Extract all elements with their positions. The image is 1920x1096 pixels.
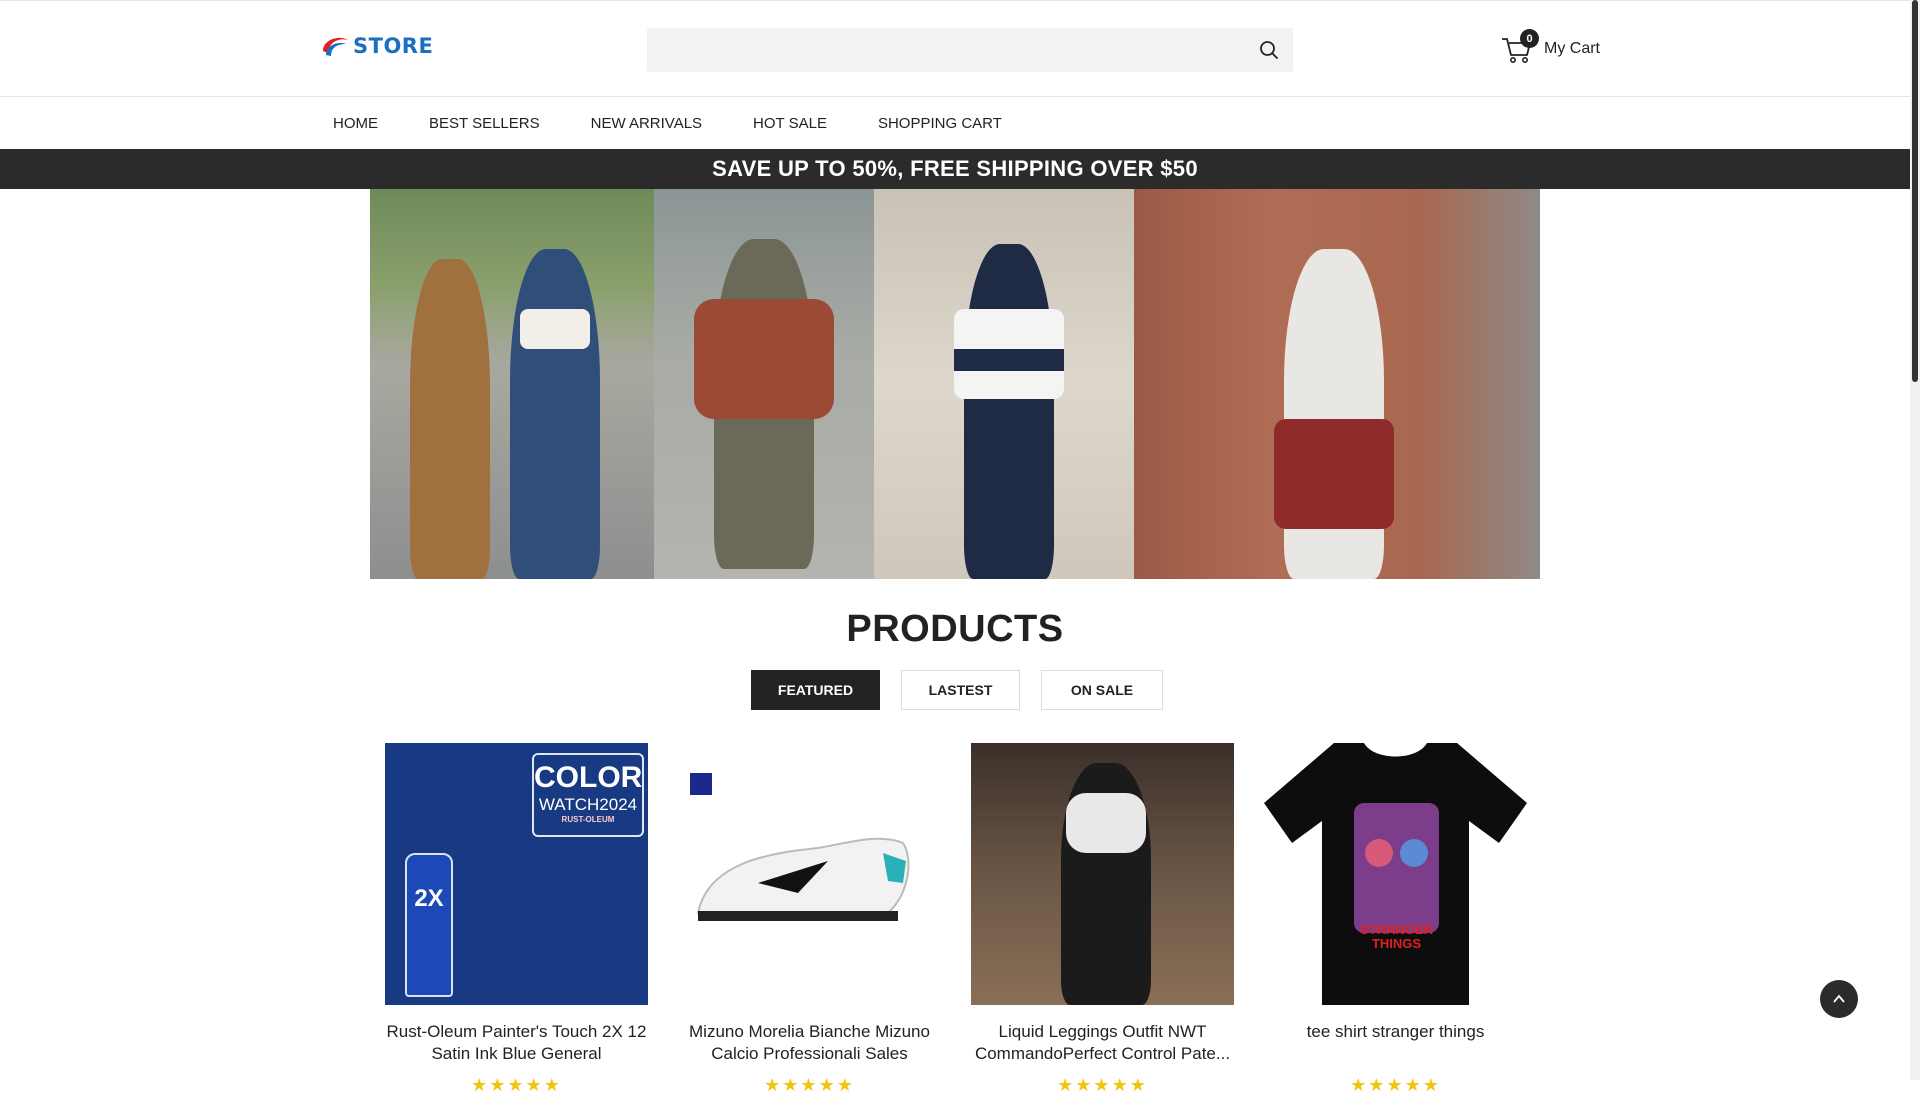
- store-logo[interactable]: STORE: [320, 31, 433, 61]
- nav-item-new-arrivals[interactable]: NEW ARRIVALS: [591, 115, 702, 132]
- logo-swoosh-icon: [323, 37, 348, 56]
- product-rating-stars: ★★★★★: [764, 1075, 855, 1095]
- product-card[interactable]: Mizuno Morelia Bianche Mizuno Calcio Pro…: [678, 743, 941, 1096]
- product-card[interactable]: Liquid Leggings Outfit NWT CommandoPerfe…: [971, 743, 1234, 1096]
- nav-item-hot-sale[interactable]: HOT SALE: [753, 115, 827, 132]
- cart-icon: 0: [1500, 29, 1539, 66]
- nav-item-home[interactable]: HOME: [333, 115, 378, 132]
- product-image-spray-paint[interactable]: COLOR WATCH2024 RUST-OLEUM 2X: [385, 743, 648, 1005]
- tab-featured[interactable]: FEATURED: [751, 670, 880, 710]
- search-bar: [647, 28, 1293, 72]
- spray-can: 2X: [405, 853, 453, 997]
- cart-button[interactable]: 0 My Cart: [1500, 29, 1600, 67]
- banner-photo-2: [654, 189, 874, 579]
- product-image-tshirt[interactable]: STRANGER THINGS: [1264, 743, 1527, 1005]
- products-heading: PRODUCTS: [846, 608, 1064, 650]
- product-image-leggings-outfit[interactable]: [971, 743, 1234, 1005]
- product-card[interactable]: COLOR WATCH2024 RUST-OLEUM 2X Rust-Oleum…: [385, 743, 648, 1096]
- product-name[interactable]: Rust-Oleum Painter's Touch 2X 12 Satin I…: [385, 1021, 648, 1065]
- chevron-up-icon: [1833, 994, 1845, 1003]
- nav-item-shopping-cart[interactable]: SHOPPING CART: [878, 115, 1002, 132]
- product-rating-stars: ★★★★★: [471, 1075, 562, 1095]
- product-grid: COLOR WATCH2024 RUST-OLEUM 2X Rust-Oleum…: [385, 743, 1527, 1096]
- tab-on-sale[interactable]: ON SALE: [1041, 670, 1163, 710]
- logo-text: STORE: [353, 34, 434, 58]
- nav-item-best-sellers[interactable]: BEST SELLERS: [429, 115, 540, 132]
- promo-banner: SAVE UP TO 50%, FREE SHIPPING OVER $50: [0, 149, 1910, 189]
- product-card[interactable]: STRANGER THINGS tee shirt stranger thing…: [1264, 743, 1527, 1096]
- cart-count-badge: 0: [1520, 29, 1539, 48]
- product-rating-stars: ★★★★★: [1350, 1075, 1441, 1095]
- main-nav: HOME BEST SELLERS NEW ARRIVALS HOT SALE …: [0, 97, 1910, 149]
- cart-label: My Cart: [1544, 40, 1600, 57]
- tab-lastest[interactable]: LASTEST: [901, 670, 1020, 710]
- search-icon[interactable]: [1257, 38, 1281, 62]
- product-name[interactable]: Liquid Leggings Outfit NWT CommandoPerfe…: [971, 1021, 1234, 1065]
- hero-banner-image[interactable]: [370, 189, 1540, 579]
- product-image-soccer-cleat[interactable]: [678, 743, 941, 1005]
- product-name[interactable]: tee shirt stranger things: [1264, 1021, 1527, 1065]
- product-tabs: FEATURED LASTEST ON SALE: [751, 670, 1163, 710]
- site-header: STORE 0 My Cart: [0, 1, 1910, 97]
- banner-photo-3: [874, 189, 1134, 579]
- white-hoodie: [1066, 793, 1146, 853]
- page-scrollbar[interactable]: [1910, 0, 1920, 1080]
- scrollbar-thumb[interactable]: [1912, 0, 1918, 382]
- image-badge: COLOR WATCH2024 RUST-OLEUM: [532, 753, 644, 837]
- tshirt-icon: [1264, 743, 1527, 1005]
- soccer-cleat-icon: [696, 837, 910, 921]
- product-name[interactable]: Mizuno Morelia Bianche Mizuno Calcio Pro…: [678, 1021, 941, 1065]
- tshirt-print-text: STRANGER THINGS: [1360, 922, 1433, 951]
- banner-photo-1: [370, 189, 654, 579]
- product-rating-stars: ★★★★★: [1057, 1075, 1148, 1095]
- search-input[interactable]: [647, 28, 1255, 70]
- banner-photo-4: [1134, 189, 1540, 579]
- back-to-top-button[interactable]: [1820, 980, 1858, 1018]
